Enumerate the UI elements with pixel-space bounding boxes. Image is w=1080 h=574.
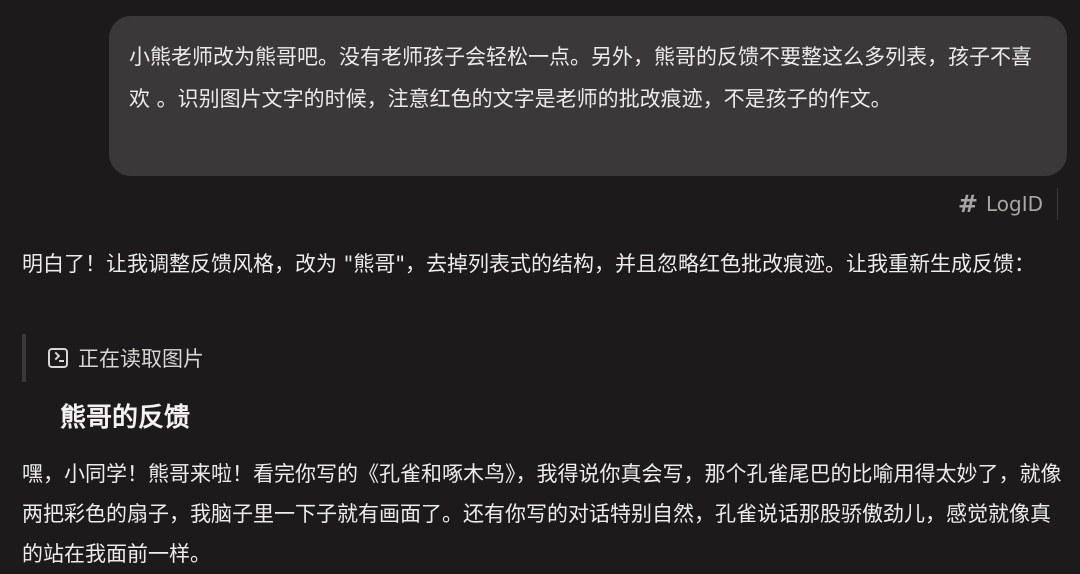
tool-status[interactable]: 正在读取图片 (22, 334, 204, 382)
feedback-heading: 熊哥的反馈 (60, 403, 191, 433)
user-message-bubble: 小熊老师改为熊哥吧。没有老师孩子会轻松一点。另外，熊哥的反馈不要整这么多列表，孩… (109, 16, 1067, 176)
assistant-intro: 明白了！让我调整反馈风格，改为 "熊哥"，去掉列表式的结构，并且忽略红色批改痕迹… (22, 252, 1035, 276)
logid-button[interactable]: # LogID (958, 188, 1058, 220)
hash-icon: # (957, 190, 978, 218)
logid-label: LogID (985, 192, 1043, 216)
terminal-icon (48, 348, 68, 368)
user-message-text: 小熊老师改为熊哥吧。没有老师孩子会轻松一点。另外，熊哥的反馈不要整这么多列表，孩… (129, 45, 1032, 111)
tool-status-label: 正在读取图片 (78, 347, 204, 371)
feedback-paragraph: 嘿，小同学！熊哥来啦！看完你写的《孔雀和啄木鸟》，我得说你真会写，那个孔雀尾巴的… (22, 462, 1062, 566)
